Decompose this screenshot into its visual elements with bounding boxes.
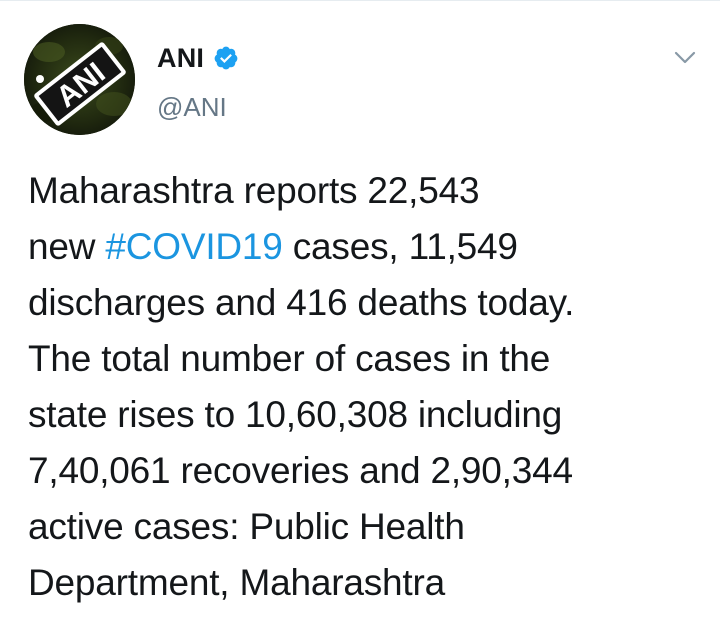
tweet-line: 7,40,061 recoveries and 2,90,344 — [28, 450, 573, 491]
tweet-text-fragment: new — [28, 226, 106, 267]
display-name[interactable]: ANI — [157, 43, 204, 74]
tweet-line: state rises to 10,60,308 including — [28, 394, 563, 435]
verified-badge-icon — [214, 46, 238, 70]
author-handle[interactable]: @ANI — [157, 92, 227, 123]
chevron-down-icon[interactable] — [672, 48, 698, 68]
tweet-text-fragment: cases, 11,549 — [282, 226, 518, 267]
tweet-line: active cases: Public Health — [28, 506, 465, 547]
tweet-line: discharges and 416 deaths today. — [28, 282, 575, 323]
avatar[interactable]: ANI — [24, 24, 135, 135]
tweet-line: The total number of cases in the — [28, 338, 551, 379]
ani-logo-icon: ANI — [24, 24, 135, 135]
tweet-line: new #COVID19 cases, 11,549 — [28, 219, 708, 275]
tweet-text: Maharashtra reports 22,543 new #COVID19 … — [28, 163, 708, 611]
tweet-line: Maharashtra reports 22,543 — [28, 170, 480, 211]
author-name-row: ANI — [157, 40, 239, 76]
hashtag-link[interactable]: #COVID19 — [105, 226, 283, 267]
tweet: ANI ANI @ANI Maharashtra reports 22,543 … — [0, 0, 720, 633]
tweet-line: Department, Maharashtra — [28, 562, 445, 603]
